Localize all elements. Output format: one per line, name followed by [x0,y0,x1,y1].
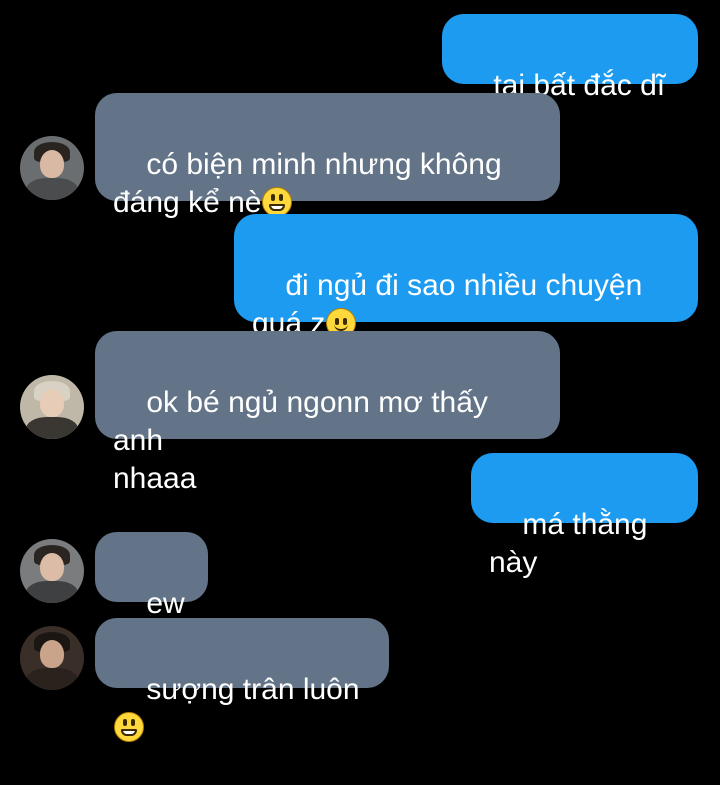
sent-message-bubble[interactable]: đi ngủ đi sao nhiều chuyện quá z [234,214,698,340]
avatar[interactable] [20,626,84,690]
grinning-face-icon [114,712,144,742]
message-text: đi ngủ đi sao nhiều chuyện quá z [252,269,643,340]
message-text: có biện minh nhưng không đáng kể nè [113,148,502,219]
received-message-bubble[interactable]: ew [95,532,208,656]
sent-message-bubble[interactable]: má thằng này [471,453,698,579]
received-message-bubble[interactable]: sượng trân luôn [95,618,389,742]
sent-message-bubble[interactable]: tại bất đắc dĩ [442,14,698,138]
avatar[interactable] [20,539,84,603]
message-text: ok bé ngủ ngonn mơ thấy anh nhaaa [113,386,488,495]
grinning-face-icon [262,187,293,217]
message-text: má thằng này [489,508,656,579]
avatar[interactable] [20,136,84,200]
received-message-bubble[interactable]: ok bé ngủ ngonn mơ thấy anh nhaaa [95,331,560,495]
message-text: sượng trân luôn [146,673,360,706]
message-text: ew [146,587,185,620]
received-message-bubble[interactable]: có biện minh nhưng không đáng kể nè [95,93,560,219]
avatar[interactable] [20,375,84,439]
